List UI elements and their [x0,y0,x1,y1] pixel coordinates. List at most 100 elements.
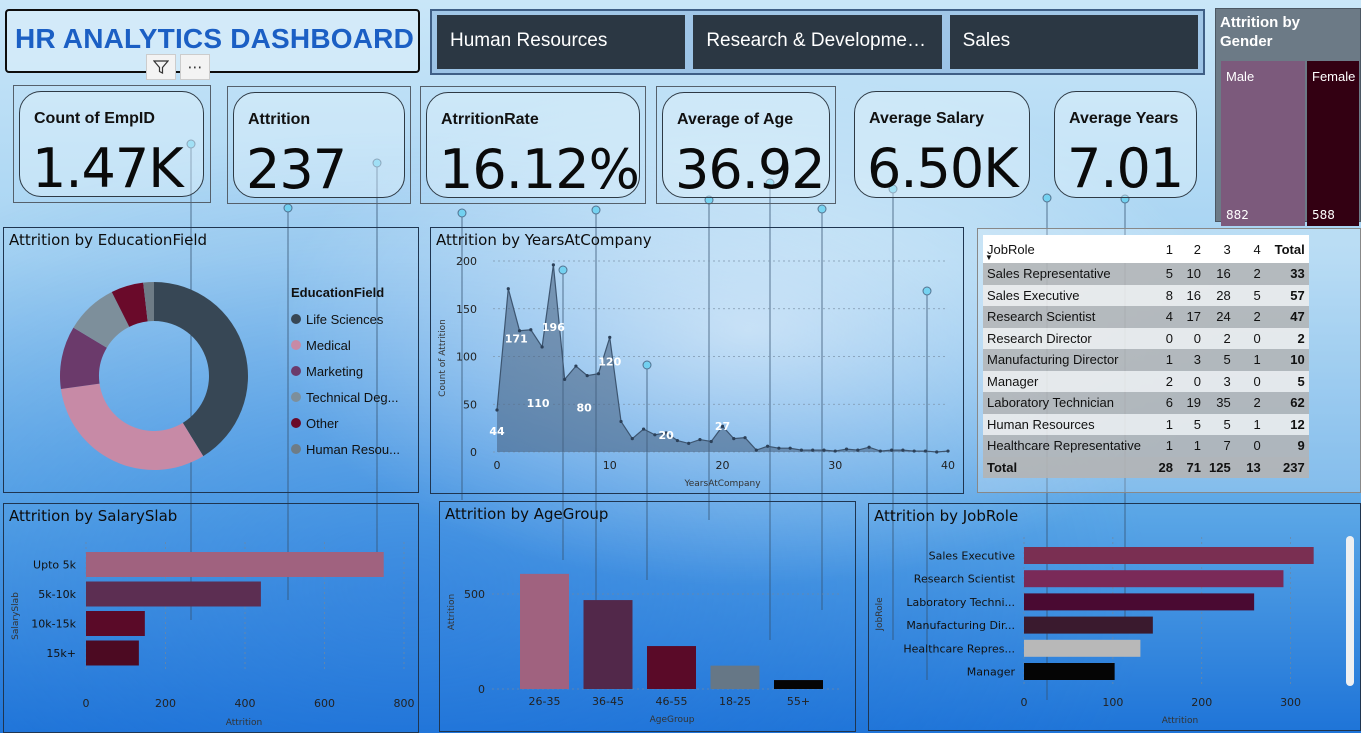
legend-item[interactable]: Human Resou... [291,436,400,462]
donut-slice[interactable] [60,383,204,470]
column-bar[interactable] [647,646,696,689]
data-point[interactable] [675,438,679,443]
matrix-row[interactable]: Human Resources 1 5 5 1 12 [983,413,1309,435]
matrix-row[interactable]: Sales Representative 5 10 16 2 33 [983,263,1309,285]
x-tick-label: 40 [941,459,955,472]
filter-icon[interactable] [146,54,176,80]
x-tick-label: 400 [235,697,256,710]
data-point[interactable] [912,449,916,453]
column-bar[interactable] [520,573,569,689]
data-point[interactable] [777,446,781,450]
matrix-cell: 4 [1151,306,1177,328]
column-bar[interactable] [710,665,760,689]
bar[interactable] [1024,570,1284,588]
bar[interactable] [1024,616,1153,634]
bar[interactable] [1024,547,1314,564]
legend-item[interactable]: Medical [291,332,400,358]
matrix-header[interactable]: 3 [1205,235,1235,263]
column-chart: 0 500 26-35 36-45 46-55 18-25 55+ AgeGroup Attri… [447,573,840,725]
data-point[interactable] [506,287,510,291]
slicer-option-sales[interactable]: Sales [949,15,1198,69]
data-point[interactable] [788,446,792,450]
matrix-header-jobrole[interactable]: JobRole ▼ [983,235,1151,263]
scrollbar[interactable] [1346,536,1354,686]
data-point[interactable] [608,335,612,339]
data-point[interactable] [596,372,601,376]
column-bar[interactable] [583,600,633,689]
data-point[interactable] [946,449,950,453]
education-legend: EducationField Life Sciences Medical Mar… [291,285,400,462]
data-point[interactable] [687,441,691,446]
data-point[interactable] [901,448,905,452]
x-tick-label: 20 [716,459,730,472]
matrix-header[interactable]: Total [1264,235,1309,263]
bar[interactable] [1024,593,1255,611]
data-point[interactable] [923,449,928,453]
data-point[interactable] [766,444,770,448]
matrix-cell: 47 [1264,306,1309,328]
data-point[interactable] [811,448,815,452]
matrix-row[interactable]: Manufacturing Director 1 3 5 1 10 [983,349,1309,371]
matrix-cell: 0 [1234,327,1265,349]
matrix-header[interactable]: 1 [1151,235,1177,263]
more-options-icon[interactable]: ⋯ [180,54,210,80]
data-point[interactable] [754,448,758,452]
matrix-header[interactable]: 4 [1234,235,1265,263]
data-point[interactable] [495,408,499,412]
bar[interactable] [86,552,384,577]
data-point[interactable] [822,448,826,452]
legend-item[interactable]: Marketing [291,358,400,384]
data-point[interactable] [709,439,713,444]
gender-tile-male[interactable]: Male 882 [1221,61,1305,226]
bar[interactable] [86,611,145,636]
data-point[interactable] [890,448,894,452]
matrix-row[interactable]: Sales Executive 8 16 28 5 57 [983,284,1309,306]
data-point[interactable] [732,437,736,441]
data-point[interactable] [833,449,837,453]
gender-tile-female[interactable]: Female 588 [1307,61,1359,226]
slicer-option-research-development[interactable]: Research & Developme… [693,15,942,69]
matrix-header[interactable]: 2 [1177,235,1205,263]
data-point[interactable] [540,345,544,349]
data-point[interactable] [653,433,657,437]
data-point[interactable] [585,374,589,378]
kpi-value: 16.12% [439,138,640,201]
data-point[interactable] [641,427,646,431]
matrix-row[interactable]: Research Director 0 0 2 0 2 [983,327,1309,349]
y-axis-label: Count of Attrition [438,319,448,397]
legend-dot [291,366,301,376]
data-point[interactable] [619,419,623,424]
x-axis-label: Attrition [1162,716,1199,726]
column-bar[interactable] [774,680,823,689]
data-point[interactable] [563,377,567,382]
data-point[interactable] [743,436,747,440]
data-point[interactable] [574,364,578,368]
category-label: Upto 5k [33,559,77,572]
matrix-row[interactable]: Healthcare Representative 1 1 7 0 9 [983,435,1309,457]
matrix-row[interactable]: Research Scientist 4 17 24 2 47 [983,306,1309,328]
bar[interactable] [1024,663,1115,680]
data-point[interactable] [551,263,555,267]
kpi-label: Average of Age [677,111,794,128]
data-point[interactable] [698,437,702,442]
legend-item[interactable]: Other [291,410,400,436]
slicer-option-human-resources[interactable]: Human Resources [437,15,686,69]
matrix-row[interactable]: Laboratory Technician 6 19 35 2 62 [983,392,1309,414]
data-point[interactable] [630,437,634,441]
data-point[interactable] [878,449,882,453]
data-point[interactable] [935,450,939,454]
attrition-by-gender-card: Attrition by Gender Male 882 Female 588 [1215,8,1361,226]
data-point[interactable] [799,448,804,452]
bar[interactable] [86,640,139,666]
data-point[interactable] [844,447,849,451]
legend-item[interactable]: Technical Deg... [291,384,400,410]
matrix-row[interactable]: Manager 2 0 3 0 5 [983,370,1309,392]
bar[interactable] [1024,639,1141,657]
bar[interactable] [86,581,261,607]
data-point[interactable] [529,328,533,332]
data-point[interactable] [867,445,871,449]
data-point[interactable] [856,448,860,452]
legend-item[interactable]: Life Sciences [291,306,400,332]
matrix-row-label: Sales Executive [983,284,1151,306]
kpi-card-attrition-rate: AtrritionRate 16.12% [426,92,640,201]
